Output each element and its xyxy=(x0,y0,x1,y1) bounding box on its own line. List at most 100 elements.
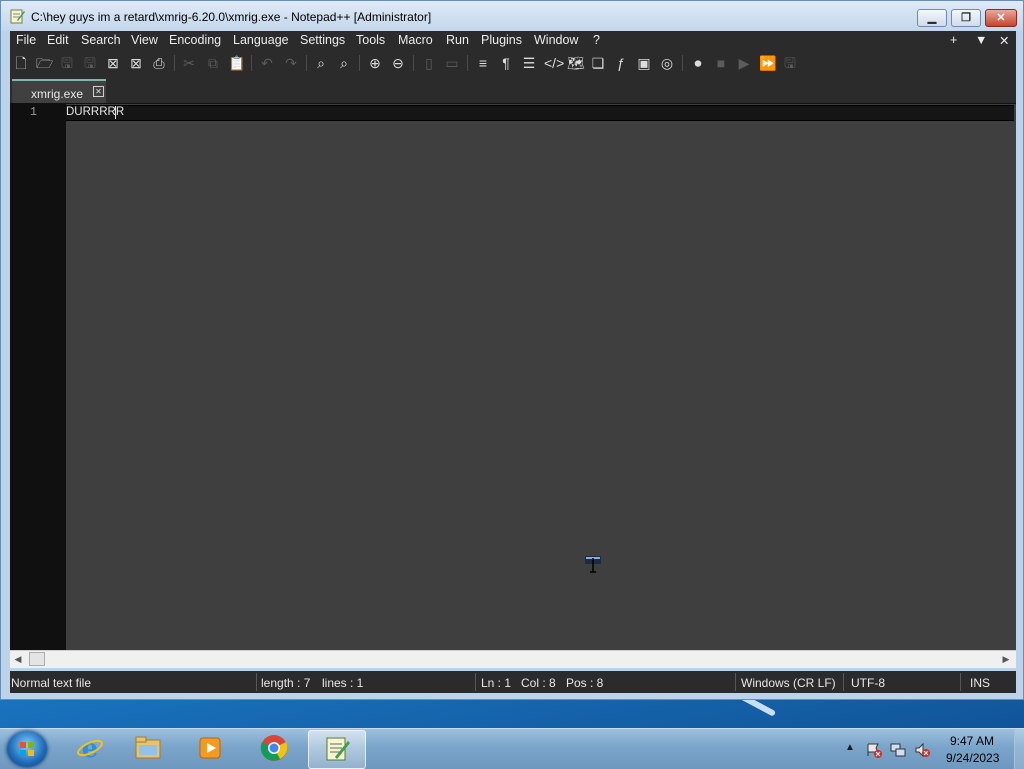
zoom-out-icon[interactable]: ⊖ xyxy=(390,55,406,71)
restore-icon: ❐ xyxy=(961,12,971,24)
notepad-app-icon[interactable] xyxy=(9,8,25,24)
sync-horizontal-icon[interactable]: ▭ xyxy=(444,55,460,71)
show-hidden-icons-icon[interactable]: ▲ xyxy=(845,742,861,758)
record-macro-icon[interactable]: ⏺ xyxy=(690,55,706,71)
menu-macro[interactable]: Macro xyxy=(398,33,433,47)
toolbar-separator xyxy=(359,55,360,71)
status-separator xyxy=(735,673,736,691)
new-file-icon[interactable]: 🗋 xyxy=(13,55,29,71)
language-icon[interactable]: </> xyxy=(544,55,564,71)
folder-as-workspace-icon[interactable]: ▣ xyxy=(636,55,652,71)
menu-help[interactable]: ? xyxy=(593,33,600,47)
menu-edit[interactable]: Edit xyxy=(47,33,69,47)
document-list-icon[interactable]: ❏ xyxy=(590,55,606,71)
menu-file[interactable]: File xyxy=(16,33,36,47)
copy-icon[interactable]: ⧉ xyxy=(205,55,221,71)
menu-settings[interactable]: Settings xyxy=(300,33,345,47)
media-player-icon xyxy=(199,737,221,759)
cut-icon[interactable]: ✂ xyxy=(181,55,197,71)
run-macro-multiple-icon[interactable]: ⏩ xyxy=(759,55,776,71)
close-document-icon[interactable]: ✕ xyxy=(999,33,1009,48)
taskbar-media-player[interactable] xyxy=(182,730,238,767)
close-file-icon[interactable]: ⊠ xyxy=(105,55,121,71)
taskbar-file-explorer[interactable] xyxy=(120,730,176,767)
paste-icon[interactable]: 📋 xyxy=(228,55,245,71)
clock-time[interactable]: 9:47 AM xyxy=(950,734,994,748)
text-caret xyxy=(115,106,116,119)
title-bar[interactable]: C:\hey guys im a retard\xmrig-6.20.0\xmr… xyxy=(1,1,1023,31)
function-list-icon[interactable]: ƒ xyxy=(613,55,629,71)
toolbar-separator xyxy=(413,55,414,71)
play-macro-icon[interactable]: ▶ xyxy=(736,55,752,71)
tab-close-icon[interactable]: ✕ xyxy=(93,86,104,97)
taskbar-notepadpp[interactable] xyxy=(308,730,366,769)
status-separator xyxy=(960,673,961,691)
maximize-button[interactable]: ❐ xyxy=(951,9,981,27)
close-icon: ✕ xyxy=(996,12,1006,24)
new-tab-plus-icon[interactable]: + xyxy=(950,33,957,47)
status-insert-mode[interactable]: INS xyxy=(970,676,990,690)
monitoring-icon[interactable]: ◎ xyxy=(659,55,675,71)
status-separator xyxy=(475,673,476,691)
menu-tools[interactable]: Tools xyxy=(356,33,385,47)
action-center-icon[interactable] xyxy=(866,742,882,758)
status-lines: lines : 1 xyxy=(322,676,364,690)
start-button[interactable] xyxy=(7,731,47,767)
line-number: 1 xyxy=(30,106,37,119)
menu-encoding[interactable]: Encoding xyxy=(169,33,221,47)
status-separator xyxy=(256,673,257,691)
indent-guide-icon[interactable]: ☰ xyxy=(521,55,537,71)
status-length: length : 7 xyxy=(261,676,311,690)
toolbar-separator xyxy=(682,55,683,71)
close-all-icon[interactable]: ⊠ xyxy=(128,55,144,71)
toolbar-separator xyxy=(251,55,252,71)
menu-view[interactable]: View xyxy=(131,33,158,47)
menu-plugins[interactable]: Plugins xyxy=(481,33,522,47)
window-title: C:\hey guys im a retard\xmrig-6.20.0\xmr… xyxy=(31,10,432,24)
print-icon[interactable]: ⎙ xyxy=(151,55,167,71)
status-eol[interactable]: Windows (CR LF) xyxy=(741,676,836,690)
toolbar-separator xyxy=(174,55,175,71)
scroll-right-icon[interactable]: ▶ xyxy=(1000,653,1012,665)
menu-search[interactable]: Search xyxy=(81,33,121,47)
tab-xmrig-exe[interactable]: xmrig.exe ✕ xyxy=(12,79,106,103)
scroll-thumb[interactable] xyxy=(29,652,45,666)
redo-icon[interactable]: ↷ xyxy=(283,55,299,71)
current-line-highlight xyxy=(66,105,1014,121)
menu-bar: File Edit Search View Encoding Language … xyxy=(10,31,1016,51)
open-file-icon[interactable]: 🗁 xyxy=(36,55,53,71)
stop-macro-icon[interactable]: ■ xyxy=(713,55,729,71)
toolbar: 🗋 🗁 🖫 🖫 ⊠ ⊠ ⎙ ✂ ⧉ 📋 ↶ ↷ ⌕ ⌕ ⊕ ⊖ ▯ ▭ ≡ ¶ … xyxy=(10,51,1016,75)
word-wrap-icon[interactable]: ≡ xyxy=(475,55,491,71)
network-icon[interactable] xyxy=(890,742,906,758)
line-number-gutter: 1 xyxy=(10,104,66,651)
save-icon[interactable]: 🖫 xyxy=(59,55,75,71)
undo-icon[interactable]: ↶ xyxy=(259,55,275,71)
minimize-button[interactable]: ▁ xyxy=(917,9,947,27)
replace-icon[interactable]: ⌕ xyxy=(336,55,352,71)
taskbar-chrome[interactable] xyxy=(246,730,302,767)
zoom-in-icon[interactable]: ⊕ xyxy=(367,55,383,71)
menu-window[interactable]: Window xyxy=(534,33,578,47)
scroll-left-icon[interactable]: ◀ xyxy=(12,653,24,665)
taskbar: e ▲ 9:47 AM 9/24/2023 xyxy=(0,728,1024,769)
show-all-chars-icon[interactable]: ¶ xyxy=(498,55,514,71)
sync-vertical-icon[interactable]: ▯ xyxy=(421,55,437,71)
find-icon[interactable]: ⌕ xyxy=(313,55,329,71)
close-button[interactable]: ✕ xyxy=(985,9,1017,27)
taskbar-internet-explorer[interactable]: e xyxy=(62,730,118,767)
show-desktop-button[interactable] xyxy=(1014,729,1024,769)
horizontal-scrollbar[interactable]: ◀ ▶ xyxy=(10,650,1016,668)
volume-muted-icon[interactable] xyxy=(914,742,930,758)
menu-run[interactable]: Run xyxy=(446,33,469,47)
save-macro-icon[interactable]: 🖫 xyxy=(782,55,798,71)
menu-language[interactable]: Language xyxy=(233,33,289,47)
tab-list-dropdown-icon[interactable]: ▼ xyxy=(975,33,987,47)
status-encoding[interactable]: UTF-8 xyxy=(851,676,885,690)
document-map-icon[interactable]: 🗺 xyxy=(567,55,585,71)
save-all-icon[interactable]: 🖫 xyxy=(82,55,98,71)
text-editor[interactable]: 1 DURRRRR xyxy=(10,103,1016,651)
toolbar-separator xyxy=(306,55,307,71)
clock-date[interactable]: 9/24/2023 xyxy=(946,751,999,765)
status-separator xyxy=(843,673,844,691)
